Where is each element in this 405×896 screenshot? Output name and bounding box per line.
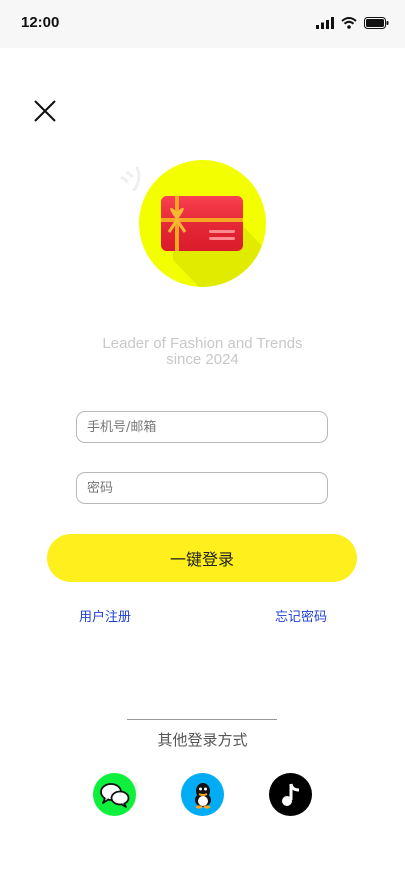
close-icon (34, 100, 56, 122)
close-button[interactable] (32, 98, 58, 124)
divider (127, 719, 277, 720)
slogan-line-2: since 2024 (166, 351, 239, 368)
app-logo (139, 160, 266, 287)
qq-icon (194, 782, 211, 809)
tiktok-login-button[interactable] (269, 773, 312, 816)
phone-email-input[interactable] (76, 411, 328, 443)
password-input[interactable] (76, 472, 328, 504)
status-time: 12:00 (21, 14, 60, 31)
status-bar: 12:00 (0, 0, 405, 48)
tiktok-icon (281, 783, 299, 806)
battery-icon (364, 17, 389, 29)
wechat-icon (99, 782, 129, 808)
slogan: Leader of Fashion and Trends since 2024 (0, 336, 405, 368)
register-link[interactable]: 用户注册 (79, 606, 131, 625)
qq-login-button[interactable] (181, 773, 224, 816)
status-icons (316, 14, 389, 32)
gift-card-icon (161, 196, 266, 287)
one-click-login-button[interactable]: 一键登录 (47, 534, 357, 582)
forgot-password-link[interactable]: 忘记密码 (275, 606, 327, 625)
slogan-line-1: Leader of Fashion and Trends (102, 335, 303, 352)
wifi-icon (341, 17, 357, 29)
wechat-login-button[interactable] (93, 773, 136, 816)
other-login-label: 其他登录方式 (157, 731, 248, 749)
signal-icon (316, 17, 334, 29)
